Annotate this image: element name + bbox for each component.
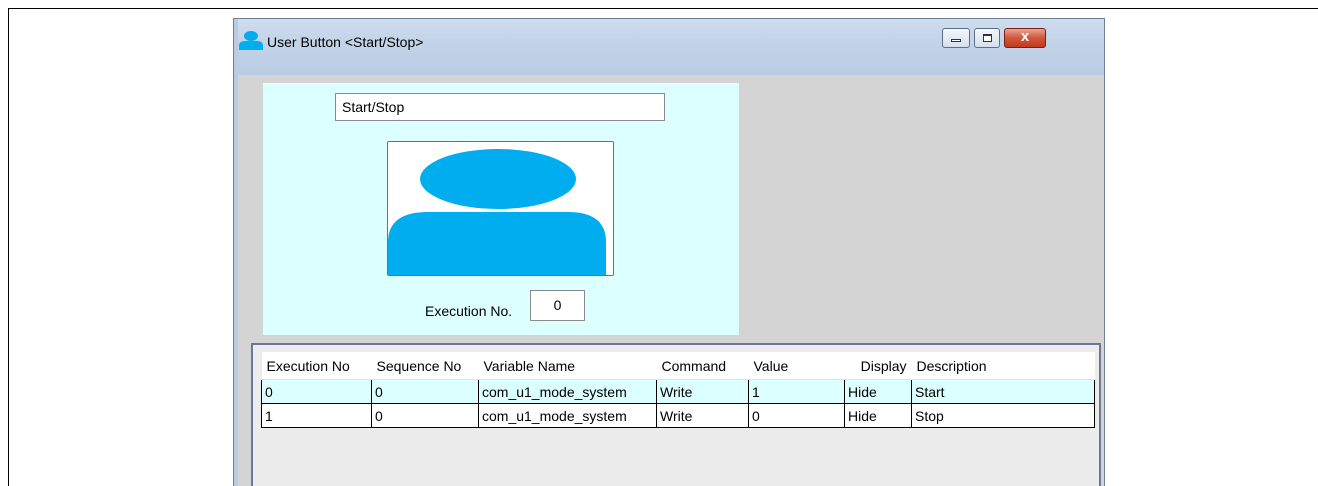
cell-command[interactable]: Write <box>656 403 749 428</box>
execution-no-field[interactable]: 0 <box>530 290 585 321</box>
cell-execution-no[interactable]: 1 <box>261 403 372 428</box>
user-icon <box>239 31 263 50</box>
button-preview-panel: Execution No. 0 <box>263 83 739 335</box>
user-image-button[interactable] <box>387 141 614 276</box>
column-header-sequence-no[interactable]: Sequence No <box>371 352 479 380</box>
cell-command[interactable]: Write <box>656 379 749 404</box>
cell-variable-name[interactable]: com_u1_mode_system <box>478 403 657 428</box>
button-name-input[interactable] <box>335 93 665 121</box>
window-title: User Button <Start/Stop> <box>267 34 424 50</box>
table-row[interactable]: 1 0 com_u1_mode_system Write 0 Hide Stop <box>261 403 1095 428</box>
cell-value[interactable]: 1 <box>748 379 845 404</box>
close-button[interactable]: x <box>1004 28 1046 48</box>
cell-execution-no[interactable]: 0 <box>261 379 372 404</box>
minimize-button[interactable] <box>942 28 970 48</box>
title-bar[interactable]: User Button <Start/Stop> x <box>234 19 1104 75</box>
execution-no-label: Execution No. <box>425 303 513 319</box>
maximize-button[interactable] <box>974 28 1000 48</box>
cell-description[interactable]: Stop <box>911 403 1095 428</box>
minimize-icon <box>951 39 961 42</box>
window-client-area: Execution No. 0 Execution No Sequence No… <box>238 75 1102 486</box>
command-table: Execution No Sequence No Variable Name C… <box>251 343 1101 486</box>
cell-sequence-no[interactable]: 0 <box>371 379 479 404</box>
column-header-display[interactable]: Display <box>844 352 912 380</box>
column-header-execution-no[interactable]: Execution No <box>261 352 372 380</box>
table-header-row: Execution No Sequence No Variable Name C… <box>261 352 1095 380</box>
user-button-window: User Button <Start/Stop> x Execution No.… <box>233 18 1105 486</box>
cell-value[interactable]: 0 <box>748 403 845 428</box>
cell-variable-name[interactable]: com_u1_mode_system <box>478 379 657 404</box>
column-header-description[interactable]: Description <box>911 352 1095 380</box>
table-row[interactable]: 0 0 com_u1_mode_system Write 1 Hide Star… <box>261 379 1095 404</box>
cell-display[interactable]: Hide <box>844 379 912 404</box>
column-header-command[interactable]: Command <box>656 352 749 380</box>
cell-description[interactable]: Start <box>911 379 1095 404</box>
column-header-value[interactable]: Value <box>748 352 845 380</box>
maximize-icon <box>983 34 992 42</box>
close-icon: x <box>1020 28 1030 45</box>
cell-display[interactable]: Hide <box>844 403 912 428</box>
column-header-variable-name[interactable]: Variable Name <box>478 352 657 380</box>
user-icon <box>388 142 613 275</box>
cell-sequence-no[interactable]: 0 <box>371 403 479 428</box>
